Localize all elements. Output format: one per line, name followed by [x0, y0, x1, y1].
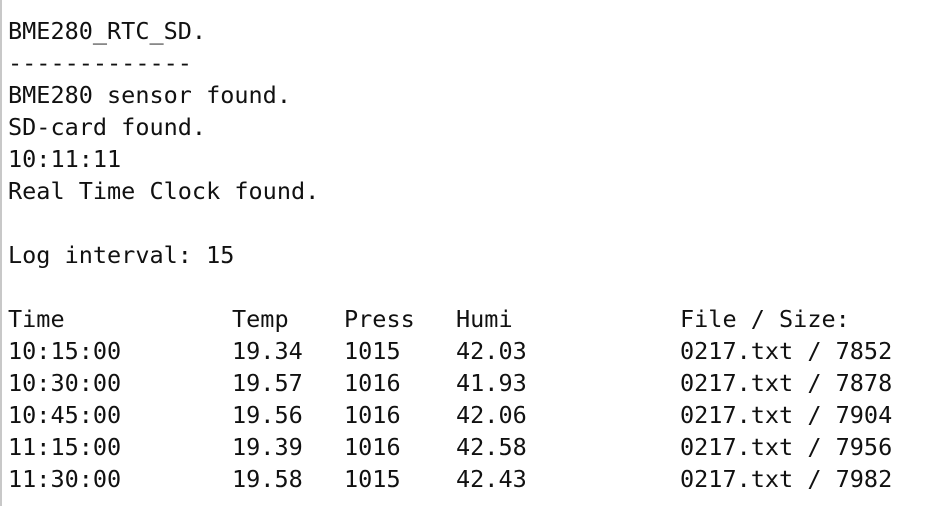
cell-time: 10:45:00 [8, 401, 122, 429]
cell-temp: 19.34 [232, 337, 303, 365]
cell-temp: 19.56 [232, 401, 303, 429]
cell-time: 10:15:00 [8, 337, 122, 365]
cell-humi: 41.93 [456, 369, 527, 397]
cell-file-size: 0217.txt / 7904 [680, 401, 893, 429]
cell-humi: 42.03 [456, 337, 527, 365]
column-header-humi: Humi [456, 305, 513, 333]
cell-press: 1016 [344, 433, 401, 461]
cell-time: 11:15:00 [8, 433, 122, 461]
cell-press: 1016 [344, 401, 401, 429]
cell-press: 1015 [344, 337, 401, 365]
log-interval-line: Log interval: 15 [8, 241, 235, 269]
cell-press: 1015 [344, 465, 401, 493]
cell-file-size: 0217.txt / 7956 [680, 433, 893, 461]
cell-time: 11:30:00 [8, 465, 122, 493]
cell-temp: 19.39 [232, 433, 303, 461]
cell-file-size: 0217.txt / 7982 [680, 465, 893, 493]
cell-humi: 42.58 [456, 433, 527, 461]
serial-monitor-output: BME280_RTC_SD. ------------- BME280 sens… [0, 0, 938, 506]
cell-time: 10:30:00 [8, 369, 122, 397]
cell-humi: 42.43 [456, 465, 527, 493]
column-header-time: Time [8, 305, 65, 333]
sketch-title: BME280_RTC_SD. [8, 17, 207, 45]
column-header-file-size: File / Size: [680, 305, 850, 333]
separator-line: ------------- [8, 49, 192, 77]
column-header-temp: Temp [232, 305, 289, 333]
status-line-sensor: BME280 sensor found. [8, 81, 291, 109]
status-line-time: 10:11:11 [8, 145, 122, 173]
cell-file-size: 0217.txt / 7852 [680, 337, 893, 365]
cell-humi: 42.06 [456, 401, 527, 429]
column-header-press: Press [344, 305, 415, 333]
status-line-sd-card: SD-card found. [8, 113, 207, 141]
cell-temp: 19.57 [232, 369, 303, 397]
cell-press: 1016 [344, 369, 401, 397]
status-line-rtc: Real Time Clock found. [8, 177, 320, 205]
cell-file-size: 0217.txt / 7878 [680, 369, 893, 397]
cell-temp: 19.58 [232, 465, 303, 493]
